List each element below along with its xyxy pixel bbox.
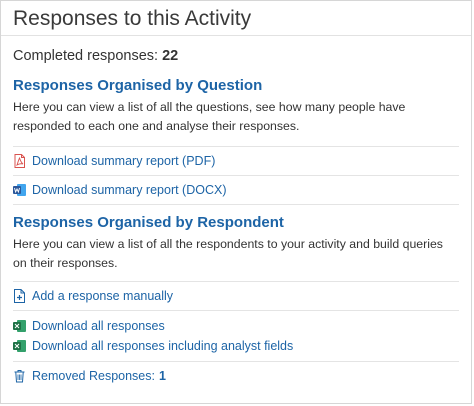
download-summary-docx-link[interactable]: Download summary report (DOCX) [13,176,459,204]
removed-responses-label: Removed Responses: [32,369,155,383]
download-summary-pdf-label: Download summary report (PDF) [32,154,216,168]
completed-responses: Completed responses: 22 [13,46,459,66]
download-analyst-responses-link[interactable]: Download all responses including analyst… [13,336,459,356]
word-icon [13,183,26,197]
completed-count: 22 [162,48,179,64]
removed-responses-count: 1 [158,369,166,383]
panel-content: Completed responses: 22 Responses Organi… [1,36,471,390]
removed-responses-link[interactable]: Removed Responses: 1 [13,362,459,390]
responses-panel: Responses to this Activity Completed res… [0,0,472,404]
completed-label: Completed responses: [13,48,159,64]
add-file-icon [13,289,26,303]
by-question-description: Here you can view a list of all the ques… [13,100,406,133]
add-response-link[interactable]: Add a response manually [13,282,459,310]
by-question-title[interactable]: Responses Organised by Question [13,76,459,96]
add-response-label: Add a response manually [32,289,174,303]
pdf-icon [13,154,26,168]
by-respondent-title[interactable]: Responses Organised by Respondent [13,213,459,233]
excel-icon [13,339,26,353]
download-summary-docx-label: Download summary report (DOCX) [32,183,227,197]
trash-icon [13,369,26,383]
download-all-responses-link[interactable]: Download all responses [13,316,459,336]
download-summary-pdf-link[interactable]: Download summary report (PDF) [13,147,459,175]
divider [13,204,459,205]
excel-icon [13,319,26,333]
panel-header: Responses to this Activity [1,1,471,36]
download-all-responses-label: Download all responses [32,319,165,333]
by-respondent-description: Here you can view a list of all the resp… [13,237,443,270]
download-analyst-responses-label: Download all responses including analyst… [32,339,294,353]
page-title: Responses to this Activity [13,7,252,30]
